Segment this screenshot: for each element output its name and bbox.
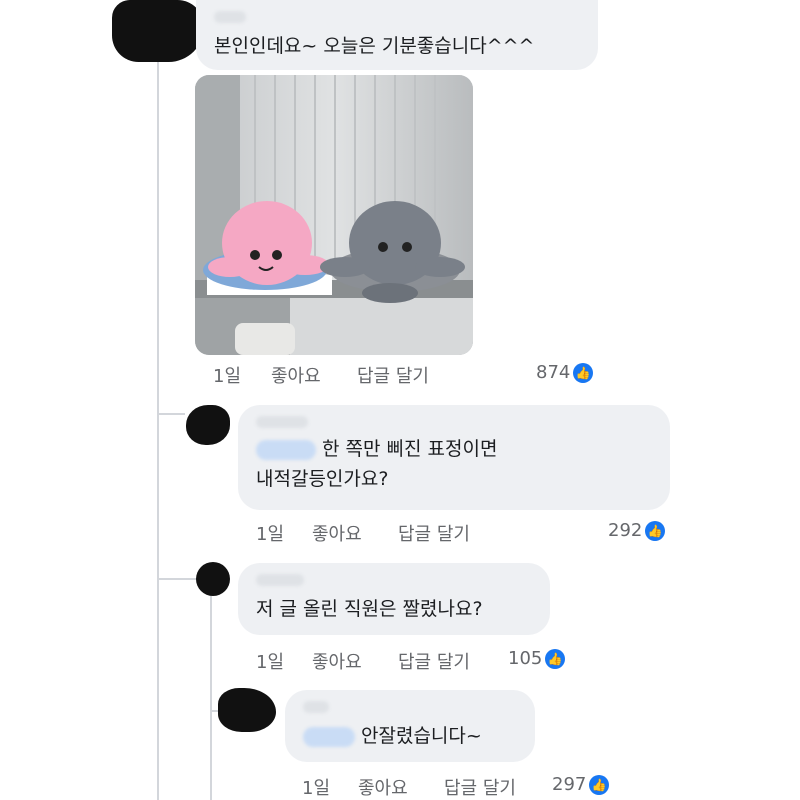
reply-button[interactable]: 답글 달기 [398,648,470,674]
like-count-value: 292 [608,520,643,541]
like-button[interactable]: 좋아요 [312,648,362,674]
like-count-value: 874 [536,362,571,383]
comment-actions: 1일 좋아요 답글 달기 292 👍 [256,520,676,546]
comment-text: 안잘렸습니다~ [303,721,517,751]
thread-line [157,413,185,415]
comment-bubble: 본인인데요~ 오늘은 기분좋습니다^^^ [196,0,598,70]
comment-actions: 1일 좋아요 답글 달기 297 👍 [302,774,622,800]
like-count-value: 105 [508,648,543,669]
comment-time[interactable]: 1일 [256,648,284,674]
like-button[interactable]: 좋아요 [312,520,362,546]
comment-text-content: 안잘렸습니다~ [361,725,482,747]
like-count[interactable]: 297 👍 [552,774,610,795]
commenter-name[interactable] [303,698,517,717]
comment-text: 한 쪽만 삐진 표정이면 [256,434,652,464]
mention-tag[interactable] [303,726,355,747]
comment-actions: 1일 좋아요 답글 달기 105 👍 [256,648,586,674]
commenter-name[interactable] [214,8,580,27]
thread-line [157,60,159,800]
mention-tag[interactable] [256,439,316,460]
reply-button[interactable]: 답글 달기 [444,774,516,800]
octopus-plush-image [195,75,473,355]
comment-time[interactable]: 1일 [213,362,241,388]
avatar[interactable] [196,562,230,596]
like-count[interactable]: 105 👍 [508,648,566,669]
commenter-name[interactable] [256,571,532,590]
thread-line [210,595,212,800]
reply-button[interactable]: 답글 달기 [398,520,470,546]
like-count[interactable]: 874 👍 [536,362,594,383]
avatar[interactable] [186,405,230,445]
thumbs-up-icon: 👍 [589,774,610,795]
commenter-name[interactable] [256,413,652,432]
avatar[interactable] [112,0,204,62]
reply-button[interactable]: 답글 달기 [357,362,429,388]
comment-bubble: 안잘렸습니다~ [285,690,535,762]
comment-text-line1: 한 쪽만 삐진 표정이면 [322,438,498,460]
comment-text: 본인인데요~ 오늘은 기분좋습니다^^^ [214,35,535,57]
comment-text: 저 글 올린 직원은 짤렸나요? [256,598,483,620]
thumbs-up-icon: 👍 [573,362,594,383]
thread-line [157,578,197,580]
like-count[interactable]: 292 👍 [608,520,666,541]
thumbs-up-icon: 👍 [645,520,666,541]
comment-text-line2: 내적갈등인가요? [256,468,389,490]
comment-actions: 1일 좋아요 답글 달기 874 👍 [213,362,613,388]
comment-time[interactable]: 1일 [302,774,330,800]
comment-bubble: 한 쪽만 삐진 표정이면 내적갈등인가요? [238,405,670,510]
like-button[interactable]: 좋아요 [271,362,321,388]
avatar[interactable] [218,688,276,732]
comment-photo[interactable] [195,75,473,355]
like-button[interactable]: 좋아요 [358,774,408,800]
comment-time[interactable]: 1일 [256,520,284,546]
thumbs-up-icon: 👍 [545,648,566,669]
comment-bubble: 저 글 올린 직원은 짤렸나요? [238,563,550,635]
like-count-value: 297 [552,774,587,795]
